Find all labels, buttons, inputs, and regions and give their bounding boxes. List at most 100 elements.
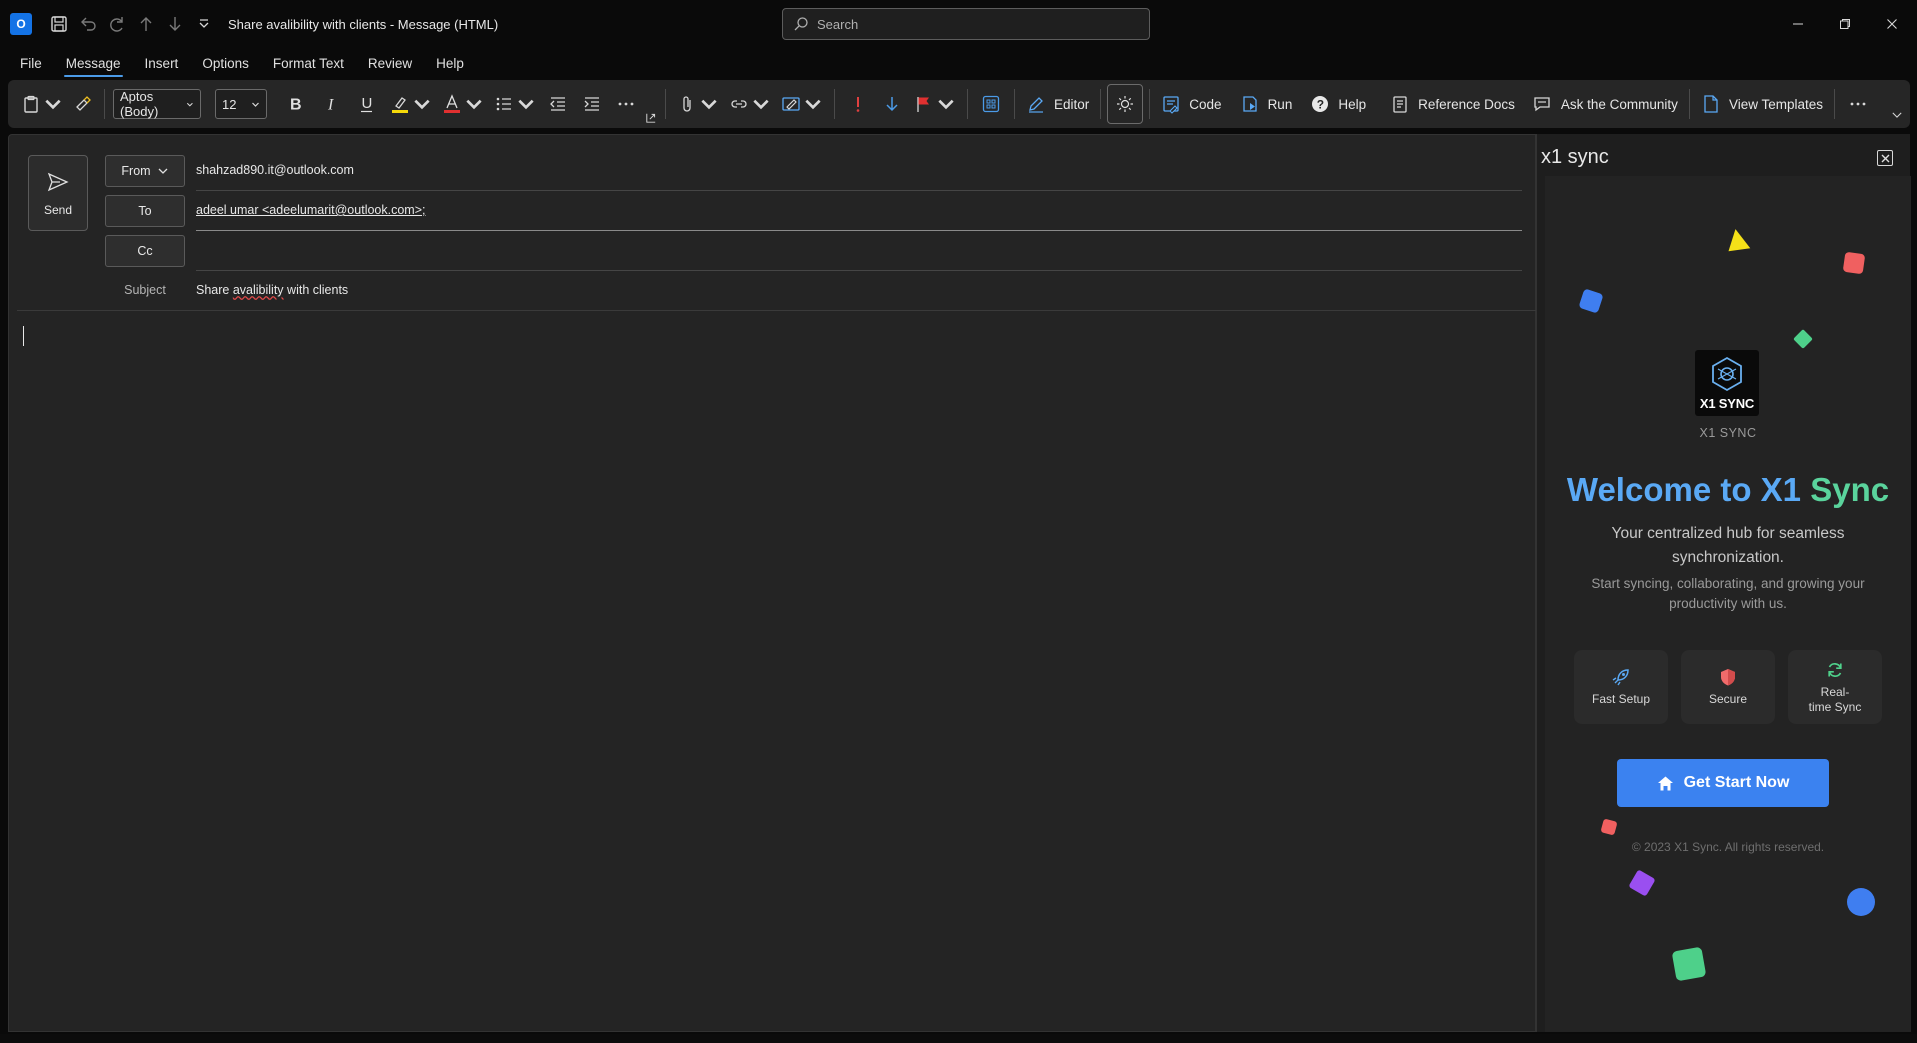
chevron-down-icon <box>414 99 430 110</box>
increase-indent-button[interactable] <box>575 87 609 121</box>
send-label: Send <box>43 202 73 217</box>
format-painter-button[interactable] <box>68 87 98 121</box>
ribbon-expand-button[interactable] <box>1885 102 1909 128</box>
save-icon[interactable] <box>44 0 73 48</box>
to-field[interactable]: adeel umar <adeelumarit@outlook.com>; <box>196 203 425 217</box>
blue-square-decoration <box>1579 289 1603 313</box>
restore-button[interactable] <box>1822 0 1868 48</box>
more-formatting-button[interactable] <box>609 87 643 121</box>
minimize-button[interactable] <box>1775 0 1821 48</box>
feature-label: Real- time Sync <box>1808 684 1862 714</box>
message-body[interactable] <box>17 313 1529 1023</box>
bullets-button[interactable] <box>489 87 541 121</box>
shield-icon <box>1718 667 1738 692</box>
redo-icon[interactable] <box>102 0 131 48</box>
link-button[interactable] <box>724 87 776 121</box>
follow-up-button[interactable] <box>909 87 961 121</box>
rocket-icon <box>1611 667 1631 692</box>
feature-secure[interactable]: Secure <box>1681 650 1775 724</box>
font-size-select[interactable]: 12 <box>215 89 267 119</box>
feature-fast-setup[interactable]: Fast Setup <box>1574 650 1668 724</box>
attach-file-button[interactable] <box>672 87 724 121</box>
paintbrush-icon <box>73 94 93 114</box>
tab-options[interactable]: Options <box>200 52 251 75</box>
close-pane-button[interactable] <box>1877 150 1893 166</box>
tab-insert[interactable]: Insert <box>143 52 181 75</box>
view-templates-button[interactable]: View Templates <box>1696 87 1828 121</box>
arrow-up-icon[interactable] <box>131 0 160 48</box>
underline-button[interactable]: U <box>349 87 385 121</box>
cc-label: Cc <box>137 244 153 258</box>
theme-toggle-button[interactable] <box>1107 84 1144 124</box>
chevron-down-icon <box>466 99 482 110</box>
green-diamond-decoration <box>1793 329 1813 349</box>
svg-text:U: U <box>362 95 373 112</box>
from-button[interactable]: From <box>105 155 185 187</box>
feature-realtime-sync[interactable]: Real- time Sync <box>1788 650 1882 724</box>
editor-button[interactable]: Editor <box>1021 87 1094 121</box>
tab-file[interactable]: File <box>18 52 44 75</box>
yellow-triangle-decoration <box>1728 229 1751 252</box>
get-started-button[interactable]: Get Start Now <box>1617 759 1829 807</box>
from-field[interactable]: shahzad890.it@outlook.com <box>196 163 354 177</box>
editor-label: Editor <box>1054 96 1090 112</box>
logo-text: X1 SYNC <box>1699 396 1755 411</box>
decrease-indent-button[interactable] <box>541 87 575 121</box>
low-importance-button[interactable] <box>875 87 909 121</box>
high-importance-button[interactable] <box>841 87 875 121</box>
cc-field[interactable] <box>196 243 1522 261</box>
font-color-button[interactable] <box>437 87 489 121</box>
bold-button[interactable]: B <box>277 87 313 121</box>
send-button[interactable]: Send <box>28 155 88 231</box>
subject-field[interactable]: Share avalibility with clients <box>196 283 348 297</box>
paste-button[interactable] <box>16 87 68 121</box>
more-icon <box>1848 94 1868 114</box>
field-divider <box>196 190 1522 191</box>
italic-button[interactable]: I <box>313 87 349 121</box>
flag-icon <box>914 94 934 114</box>
customize-toolbar-icon[interactable] <box>189 0 218 48</box>
cc-button[interactable]: Cc <box>105 235 185 267</box>
close-window-button[interactable] <box>1869 0 1915 48</box>
tab-format-text[interactable]: Format Text <box>271 52 346 75</box>
chevron-down-icon <box>753 99 769 110</box>
tab-message[interactable]: Message <box>63 52 123 77</box>
tab-help[interactable]: Help <box>434 52 466 75</box>
font-name-select[interactable]: Aptos (Body) <box>113 89 201 119</box>
code-icon <box>1161 94 1181 114</box>
help-button[interactable]: ? Help <box>1305 87 1371 121</box>
run-button[interactable]: Run <box>1235 87 1298 121</box>
window-title: Share avalibility with clients - Message… <box>228 16 499 32</box>
purple-diamond-decoration <box>1629 870 1655 896</box>
misspelled-word: avalibility <box>232 283 284 297</box>
font-dialog-launcher[interactable] <box>643 108 659 128</box>
paperclip-icon <box>677 94 697 114</box>
send-icon <box>46 170 70 203</box>
signature-button[interactable] <box>776 87 828 121</box>
tab-review[interactable]: Review <box>366 52 414 75</box>
welcome-heading-part2: Sync <box>1810 471 1890 508</box>
ask-community-button[interactable]: Ask the Community <box>1528 87 1683 121</box>
font-name-value: Aptos (Body) <box>120 89 159 119</box>
brand-caption: X1 SYNC <box>1699 426 1757 440</box>
sync-icon <box>1825 660 1845 685</box>
template-icon <box>1701 94 1721 114</box>
hexagon-logo-icon <box>1712 356 1742 392</box>
chevron-down-icon <box>187 102 194 107</box>
search-input[interactable]: Search <box>782 8 1150 40</box>
apps-button[interactable] <box>974 87 1008 121</box>
ribbon-overflow-button[interactable] <box>1841 87 1875 121</box>
apps-grid-icon <box>981 94 1001 114</box>
ribbon-divider <box>665 89 666 119</box>
reference-docs-button[interactable]: Reference Docs <box>1385 87 1520 121</box>
highlight-button[interactable] <box>385 87 437 121</box>
italic-icon: I <box>321 94 341 114</box>
code-button[interactable]: Code <box>1156 87 1226 121</box>
bold-icon: B <box>285 94 305 114</box>
signature-icon <box>781 94 801 114</box>
chevron-down-icon <box>518 99 534 110</box>
link-icon <box>729 94 749 114</box>
arrow-down-icon[interactable] <box>160 0 189 48</box>
undo-icon[interactable] <box>73 0 102 48</box>
to-button[interactable]: To <box>105 195 185 227</box>
